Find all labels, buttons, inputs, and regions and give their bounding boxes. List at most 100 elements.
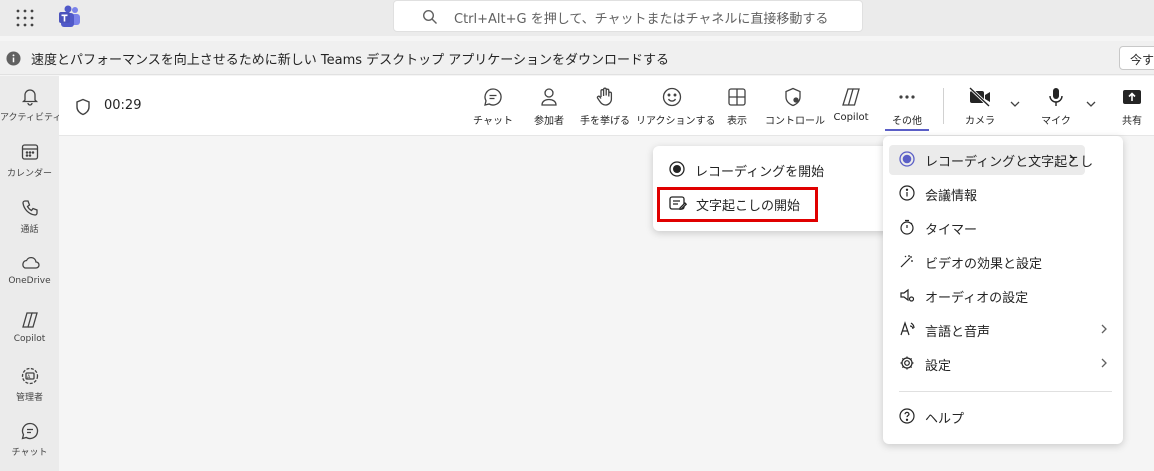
- rail-item-copilot[interactable]: Copilot: [0, 310, 59, 360]
- people-icon: [527, 86, 571, 108]
- toolbar-label: 参加者: [534, 116, 564, 127]
- toolbar-label: コントロール: [765, 116, 825, 127]
- search-placeholder: Ctrl+Alt+G を押して、チャットまたはチャネルに直接移動する: [454, 12, 829, 27]
- emoji-icon: [636, 86, 708, 108]
- download-now-button[interactable]: 今すぐ: [1119, 46, 1154, 70]
- toolbar-label: その他: [885, 112, 929, 131]
- react-button[interactable]: リアクションする: [636, 86, 716, 132]
- search-icon: [422, 9, 438, 25]
- rail-label: アクティビティ: [0, 113, 62, 123]
- record-icon: [899, 151, 915, 167]
- shield-icon: [75, 98, 91, 116]
- svg-text:A: A: [27, 374, 31, 380]
- rail-item-calls[interactable]: 通話: [0, 198, 59, 248]
- more-menu: レコーディングと文字起こし 会議情報 タイマー ビデオの効果と設定 オーディオの…: [883, 136, 1123, 444]
- menu-item-label: 設定: [925, 359, 952, 374]
- meeting-timer: 00:29: [104, 98, 142, 113]
- timer-item[interactable]: タイマー: [889, 213, 1117, 243]
- meeting-toolbar: 00:29 チャット 参加者 手を挙げる リアクションする 表示 コントロール …: [59, 76, 1154, 136]
- title-bar: Ctrl+Alt+G を押して、チャットまたはチャネルに直接移動する: [0, 0, 1154, 36]
- record-icon: [669, 161, 685, 177]
- raise-hand-icon: [580, 86, 630, 108]
- toolbar-label: 表示: [727, 116, 747, 127]
- participants-button[interactable]: 参加者: [527, 86, 571, 132]
- help-item[interactable]: ヘルプ: [889, 402, 1117, 432]
- rail-item-admin[interactable]: A 管理者: [0, 366, 59, 416]
- speaker-settings-icon: [899, 287, 915, 303]
- bell-icon: [0, 86, 59, 106]
- toolbar-label: チャット: [473, 116, 513, 127]
- controls-button[interactable]: コントロール: [765, 86, 825, 132]
- copilot-icon: [829, 86, 873, 108]
- cloud-icon: [0, 254, 59, 272]
- more-button[interactable]: その他: [885, 86, 929, 132]
- toolbar-label: マイク: [1041, 116, 1071, 127]
- copilot-button[interactable]: Copilot: [829, 86, 873, 132]
- highlight-annotation: [657, 187, 818, 222]
- rail-label: 通話: [20, 225, 39, 235]
- menu-divider: [899, 391, 1112, 392]
- admin-icon: A: [0, 366, 59, 386]
- start-recording-item[interactable]: レコーディングを開始: [659, 155, 887, 185]
- language-speech-item[interactable]: 言語と音声: [889, 315, 1117, 345]
- mic-button[interactable]: マイク: [1041, 86, 1071, 132]
- view-button[interactable]: 表示: [719, 86, 755, 132]
- camera-off-icon: [963, 86, 997, 108]
- toolbar-label: リアクションする: [636, 116, 716, 127]
- chevron-right-icon: [1099, 357, 1109, 369]
- rail-item-activity[interactable]: アクティビティ: [0, 86, 62, 136]
- menu-item-label: 言語と音声: [925, 325, 991, 340]
- settings-item[interactable]: 設定: [889, 349, 1117, 379]
- chat-button[interactable]: チャット: [471, 86, 515, 132]
- menu-item-label: レコーディングを開始: [695, 165, 825, 180]
- recording-transcription-item[interactable]: レコーディングと文字起こし: [889, 145, 1093, 175]
- share-button[interactable]: 共有: [1117, 86, 1147, 132]
- banner-message: 速度とパフォーマンスを向上させるために新しい Teams デスクトップ アプリケ…: [31, 53, 670, 68]
- rail-label: カレンダー: [6, 169, 52, 179]
- phone-icon: [0, 198, 59, 218]
- rail-label: 管理者: [15, 393, 43, 403]
- share-icon: [1117, 86, 1147, 108]
- info-icon: [899, 185, 915, 201]
- more-icon: [885, 86, 929, 108]
- rail-label: Copilot: [13, 334, 46, 344]
- view-grid-icon: [719, 86, 755, 108]
- mic-icon: [1041, 86, 1071, 108]
- toolbar-divider: [943, 88, 944, 124]
- search-input[interactable]: Ctrl+Alt+G を押して、チャットまたはチャネルに直接移動する: [393, 0, 863, 32]
- video-effects-item[interactable]: ビデオの効果と設定: [889, 247, 1117, 277]
- toolbar-label: Copilot: [833, 112, 869, 123]
- menu-item-label: 会議情報: [925, 189, 978, 204]
- teams-logo-icon: [58, 5, 82, 29]
- rail-item-onedrive[interactable]: OneDrive: [0, 254, 59, 304]
- toolbar-label: 手を挙げる: [580, 116, 630, 127]
- chevron-right-icon: [1067, 153, 1077, 165]
- mic-options-chevron-icon[interactable]: [1085, 98, 1097, 110]
- language-icon: [899, 321, 915, 337]
- app-grid-icon[interactable]: [15, 8, 35, 28]
- info-icon: [6, 51, 21, 66]
- app-rail: アクティビティ カレンダー 通話 OneDrive Copilot A 管理者 …: [0, 76, 62, 471]
- menu-item-label: オーディオの設定: [925, 291, 1029, 306]
- rail-item-calendar[interactable]: カレンダー: [0, 142, 59, 192]
- camera-options-chevron-icon[interactable]: [1009, 98, 1021, 110]
- menu-item-label: タイマー: [925, 223, 978, 238]
- toolbar-label: 共有: [1122, 116, 1142, 127]
- audio-settings-item[interactable]: オーディオの設定: [889, 281, 1117, 311]
- menu-item-label: ビデオの効果と設定: [925, 257, 1043, 272]
- copilot-icon: [0, 310, 59, 330]
- shield-settings-icon: [765, 86, 821, 108]
- rail-label: OneDrive: [8, 276, 51, 286]
- update-banner: 速度とパフォーマンスを向上させるために新しい Teams デスクトップ アプリケ…: [0, 41, 1154, 75]
- menu-item-label: ヘルプ: [925, 412, 965, 427]
- raise-hand-button[interactable]: 手を挙げる: [580, 86, 630, 132]
- rail-item-chat[interactable]: チャット: [0, 421, 59, 471]
- camera-button[interactable]: カメラ: [963, 86, 997, 132]
- magic-wand-icon: [899, 253, 915, 269]
- timer-icon: [899, 219, 915, 235]
- toolbar-label: カメラ: [965, 116, 995, 127]
- meeting-info-item[interactable]: 会議情報: [889, 179, 1117, 209]
- gear-icon: [899, 355, 915, 371]
- rail-label: チャット: [11, 448, 48, 458]
- chevron-right-icon: [1099, 323, 1109, 335]
